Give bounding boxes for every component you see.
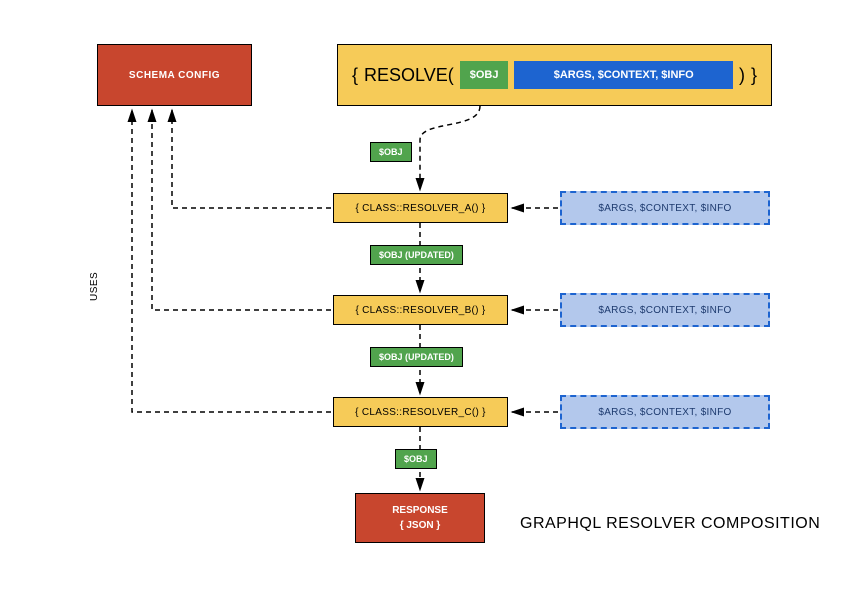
side-args-b: $ARGS, $CONTEXT, $INFO (560, 293, 770, 327)
side-args-b-text: $ARGS, $CONTEXT, $INFO (598, 305, 731, 316)
resolve-obj-pill: $OBJ (460, 61, 509, 89)
resolver-a-box: { CLASS::RESOLVER_A() } (333, 193, 508, 223)
schema-config-label: SCHEMA CONFIG (129, 70, 220, 81)
schema-config-box: SCHEMA CONFIG (97, 44, 252, 106)
close-paren: ) (739, 65, 745, 86)
resolver-c-label: { CLASS::RESOLVER_C() } (355, 407, 486, 418)
side-args-a-text: $ARGS, $CONTEXT, $INFO (598, 203, 731, 214)
badge-obj-1: $OBJ (370, 142, 412, 162)
side-args-c: $ARGS, $CONTEXT, $INFO (560, 395, 770, 429)
response-line2: { JSON } (392, 518, 448, 533)
resolve-keyword: RESOLVE( (364, 65, 454, 86)
uses-label: USES (89, 272, 100, 301)
resolver-b-box: { CLASS::RESOLVER_B() } (333, 295, 508, 325)
resolver-c-box: { CLASS::RESOLVER_C() } (333, 397, 508, 427)
brace-open: { (352, 65, 358, 86)
badge-obj-3: $OBJ (UPDATED) (370, 347, 463, 367)
diagram-title: GRAPHQL RESOLVER COMPOSITION (520, 515, 820, 533)
badge-obj-2: $OBJ (UPDATED) (370, 245, 463, 265)
response-box: RESPONSE { JSON } (355, 493, 485, 543)
side-args-a: $ARGS, $CONTEXT, $INFO (560, 191, 770, 225)
resolve-bar: { RESOLVE( $OBJ $ARGS, $CONTEXT, $INFO )… (337, 44, 772, 106)
resolve-params-pill: $ARGS, $CONTEXT, $INFO (514, 61, 733, 89)
resolver-a-label: { CLASS::RESOLVER_A() } (355, 203, 485, 214)
resolver-b-label: { CLASS::RESOLVER_B() } (355, 305, 485, 316)
side-args-c-text: $ARGS, $CONTEXT, $INFO (598, 407, 731, 418)
brace-close: } (751, 65, 757, 86)
response-line1: RESPONSE (392, 503, 448, 518)
badge-obj-4: $OBJ (395, 449, 437, 469)
